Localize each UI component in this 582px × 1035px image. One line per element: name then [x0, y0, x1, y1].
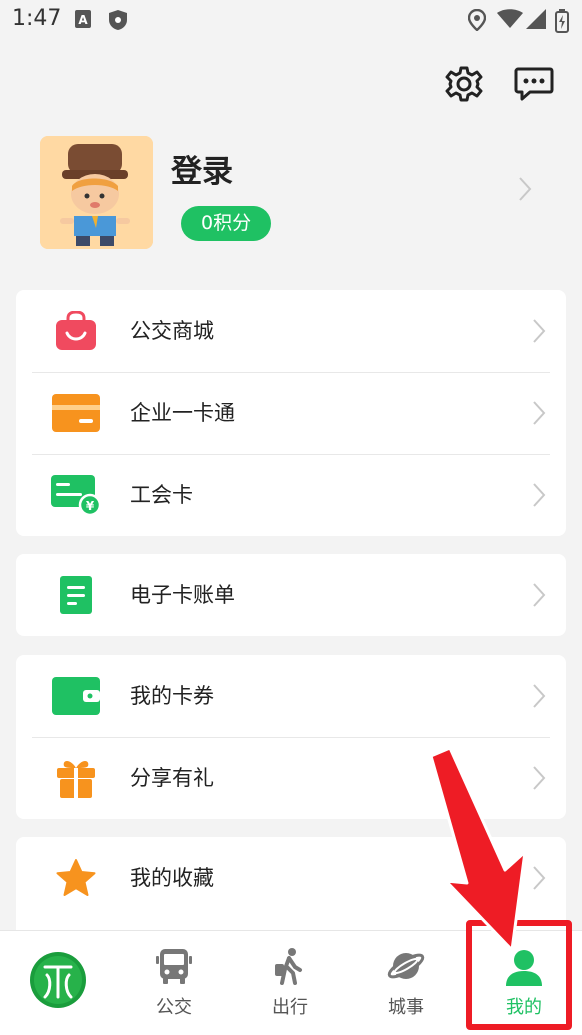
- chevron-right-icon: [532, 683, 546, 713]
- app-logo-icon: [29, 951, 87, 1013]
- star-icon: [50, 856, 102, 900]
- chevron-right-icon: [532, 765, 546, 795]
- menu-item-union-card[interactable]: ¥ 工会卡: [16, 454, 566, 536]
- tab-travel[interactable]: 出行: [232, 931, 348, 1035]
- status-time: 1:47: [12, 6, 62, 31]
- settings-gear-icon[interactable]: [444, 64, 484, 104]
- signal-icon: [526, 9, 546, 33]
- tab-home-logo[interactable]: [0, 931, 116, 1035]
- menu-item-label: 企业一卡通: [130, 401, 235, 425]
- location-icon: [467, 8, 487, 35]
- menu-item-share-gift[interactable]: 分享有礼: [16, 737, 566, 819]
- walker-icon: [273, 947, 307, 989]
- highlight-box: [466, 920, 572, 1030]
- tab-label: 城事: [388, 997, 424, 1018]
- chevron-right-icon: [532, 482, 546, 512]
- bus-icon: [156, 947, 192, 989]
- login-link[interactable]: 登录: [171, 146, 233, 191]
- menu-card-coupons: 我的卡券 分享有礼: [16, 655, 566, 819]
- menu-item-label: 公交商城: [130, 319, 214, 343]
- chevron-right-icon: [532, 582, 546, 612]
- menu-item-my-coupons[interactable]: 我的卡券: [16, 655, 566, 737]
- bill-icon: [50, 573, 102, 617]
- menu-item-bus-mall[interactable]: 公交商城: [16, 290, 566, 372]
- shopping-bag-icon: [50, 309, 102, 353]
- chevron-right-icon: [532, 865, 546, 895]
- menu-item-label: 工会卡: [130, 483, 193, 507]
- menu-item-label: 分享有礼: [130, 766, 214, 790]
- menu-item-e-card-bill[interactable]: 电子卡账单: [16, 554, 566, 636]
- svg-text:A: A: [78, 13, 88, 27]
- menu-item-enterprise-card[interactable]: 企业一卡通: [16, 372, 566, 454]
- menu-item-label: 我的卡券: [130, 684, 214, 708]
- menu-item-label: 电子卡账单: [130, 583, 235, 607]
- chevron-right-icon: [518, 176, 532, 206]
- message-icon[interactable]: [514, 64, 554, 104]
- battery-icon: [555, 9, 569, 37]
- chevron-right-icon: [532, 400, 546, 430]
- yuan-card-icon: ¥: [50, 473, 102, 517]
- gift-icon: [50, 756, 102, 800]
- profile-header[interactable]: 登录 0积分: [40, 136, 550, 250]
- wallet-icon: [50, 674, 102, 718]
- menu-item-label: 我的收藏: [130, 866, 214, 890]
- font-a-icon: A: [74, 9, 92, 33]
- tab-bus[interactable]: 公交: [116, 931, 232, 1035]
- card-icon: [50, 391, 102, 435]
- wifi-icon: [497, 9, 523, 33]
- tab-label: 公交: [156, 997, 192, 1018]
- avatar[interactable]: [40, 136, 153, 249]
- chevron-right-icon: [532, 318, 546, 348]
- status-bar: 1:47 A: [0, 0, 582, 40]
- menu-card-bill: 电子卡账单: [16, 554, 566, 636]
- tab-city[interactable]: 城事: [348, 931, 464, 1035]
- menu-card-services: 公交商城 企业一卡通 ¥ 工会卡: [16, 290, 566, 536]
- points-badge[interactable]: 0积分: [181, 206, 272, 241]
- tab-label: 出行: [272, 997, 308, 1018]
- shield-icon: [108, 9, 128, 35]
- top-actions: [444, 64, 554, 104]
- planet-icon: [386, 947, 426, 989]
- svg-text:¥: ¥: [86, 499, 95, 513]
- menu-item-my-favorites[interactable]: 我的收藏: [16, 837, 566, 919]
